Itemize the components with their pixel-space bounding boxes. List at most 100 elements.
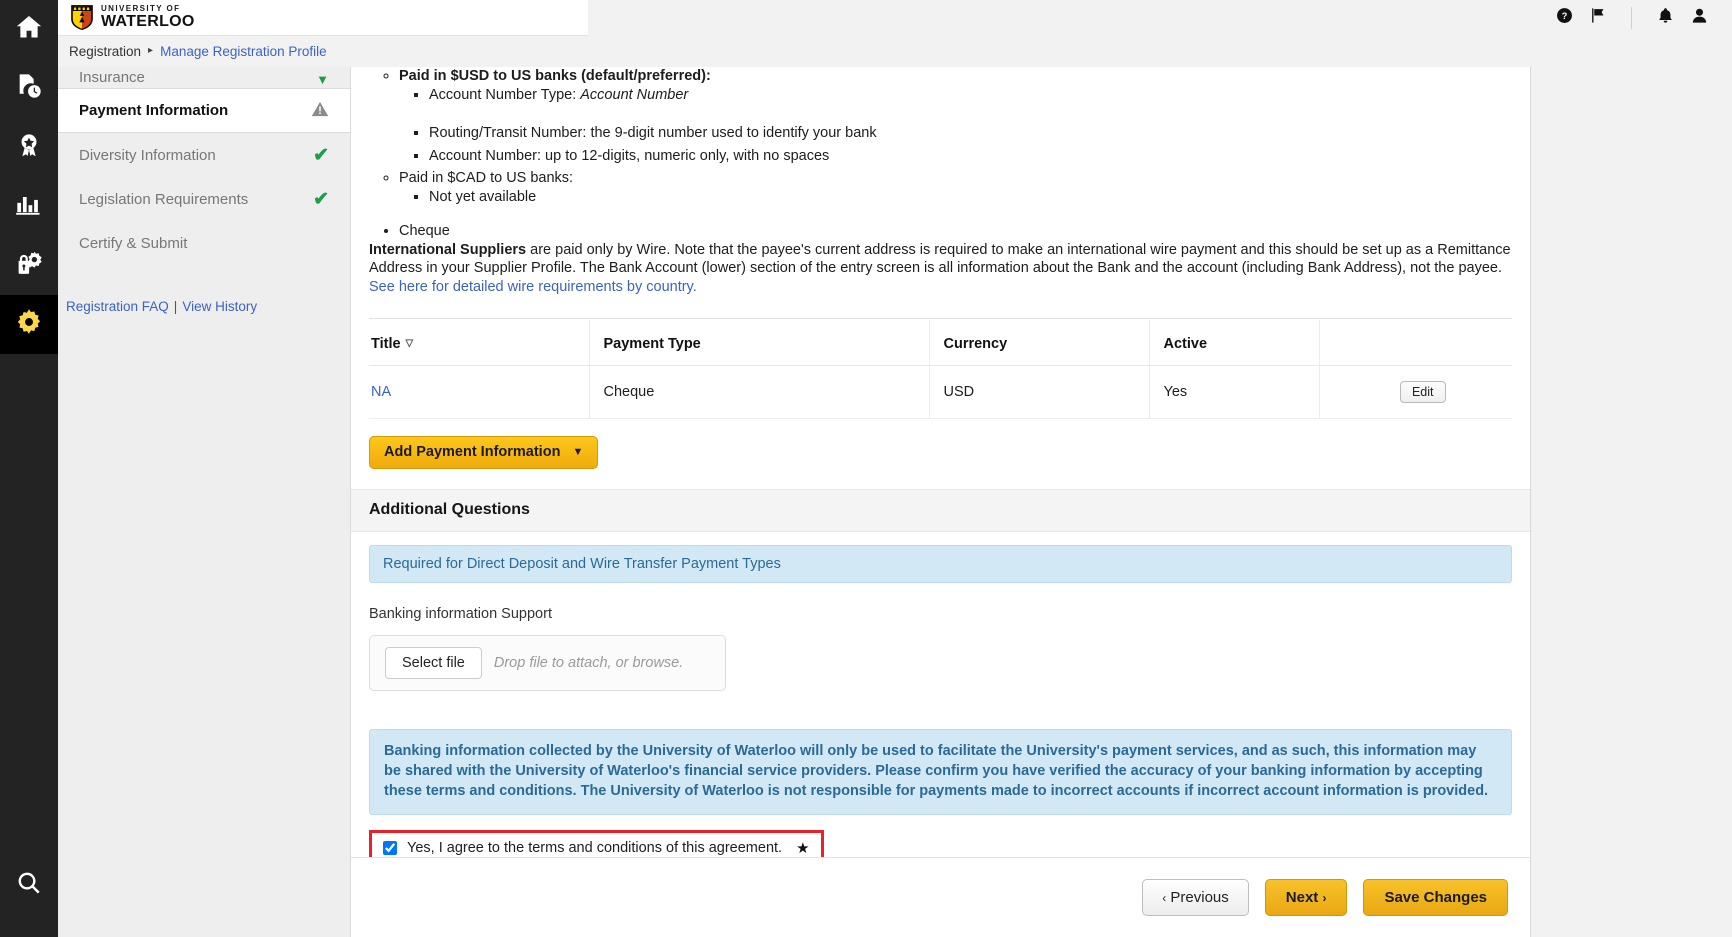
waterloo-logo[interactable]: UNIVERSITY OF WATERLOO [58,0,588,36]
rail-item-pending-documents[interactable] [0,59,58,118]
usd-detail-list: Account Number Type: Account Number Rout… [429,86,1512,166]
sidebar-item-payment-information[interactable]: Payment Information [58,89,350,133]
chevron-down-icon: ▼ [316,72,329,87]
help-button[interactable]: ? [1547,0,1581,36]
sidebar-item-label-diversity-information: Diversity Information [79,146,216,164]
usd-detail-item-2: Account Number: up to 12-digits, numeric… [429,147,1512,166]
check-icon: ✔ [313,188,329,210]
select-file-button[interactable]: Select file [385,647,482,679]
logo-line-1: UNIVERSITY OF [101,4,181,13]
cad-heading-item: Paid in $CAD to US banks: Not yet availa… [399,169,1512,206]
flag-button[interactable] [1581,0,1615,36]
drop-file-hint: Drop file to attach, or browse. [493,655,684,671]
usd-detail-item-1: Routing/Transit Number: the 9-digit numb… [429,124,1512,143]
user-icon [1691,7,1708,29]
usd-heading-item: Paid in $USD to US banks (default/prefer… [399,67,1512,165]
usd-detail-text-2: Account Number: up to 12-digits, numeric… [429,147,830,164]
sidebar-item-certify-and-submit[interactable]: Certify & Submit [58,221,350,265]
help-icon: ? [1556,7,1573,29]
column-header-active[interactable]: Active [1148,320,1319,366]
wire-requirements-link[interactable]: See here for detailed wire requirements … [369,279,697,295]
rail-item-home[interactable] [0,0,58,59]
wire-requirements-link-wrap: See here for detailed wire requirements … [369,278,1512,297]
cell-title: NA [369,365,589,419]
wizard-footer-bar: ‹ Previous Next › Save Changes [351,857,1531,937]
rail-item-search[interactable] [0,856,58,915]
next-button[interactable]: Next › [1264,879,1348,916]
agree-terms-label: Yes, I agree to the terms and conditions… [407,840,783,856]
cad-detail-text-0: Not yet available [429,188,537,205]
international-suppliers-lead: International Suppliers [369,241,527,258]
search-icon [16,870,42,901]
previous-button[interactable]: ‹ Previous [1142,879,1249,916]
cad-detail-list: Not yet available [429,188,1512,207]
usd-detail-text-1: Routing/Transit Number: the 9-digit numb… [429,125,877,141]
chevron-down-icon: ▼ [572,446,584,458]
additional-questions-heading: Additional Questions [351,489,1530,532]
notifications-button[interactable] [1648,0,1682,36]
agree-terms-checkbox[interactable] [383,841,397,855]
registration-steps-nav: Insurance ▼ Payment Information Diversit… [58,67,351,937]
add-payment-information-button[interactable]: Add Payment Information ▼ [369,436,599,469]
breadcrumb: Registration ▸ Manage Registration Profi… [58,36,1732,67]
file-dropzone[interactable]: Select file Drop file to attach, or brow… [369,635,726,691]
international-suppliers-paragraph: International Suppliers are paid only by… [369,241,1512,278]
rail-item-admin-security[interactable] [0,236,58,295]
usd-detail-emphasis-0: Account Number [580,86,689,103]
terms-and-conditions-band: Banking information collected by the Uni… [369,729,1512,815]
payment-title-link[interactable]: NA [371,384,391,400]
cad-heading: Paid in $CAD to US banks: [399,170,574,186]
add-payment-information-label: Add Payment Information [384,444,561,460]
cheque-item: Cheque [399,222,1512,241]
column-header-currency[interactable]: Currency [928,320,1149,366]
link-separator: | [173,299,178,314]
column-header-payment-type[interactable]: Payment Type [588,320,929,366]
rail-item-awards[interactable] [0,118,58,177]
view-history-link[interactable]: View History [182,299,257,314]
usd-heading: Paid in $USD to US banks (default/prefer… [399,68,711,84]
column-header-title[interactable]: Title ▽ [369,320,589,366]
table-header-row: Title ▽ Payment Type Currency Active [369,320,1512,366]
required-field-icon: ★ [796,840,810,857]
flag-icon [1590,7,1607,29]
breadcrumb-arrow-icon: ▸ [148,45,154,56]
waterloo-shield-icon [71,5,93,30]
nav-footer-links: Registration FAQ | View History [58,299,350,314]
rail-item-settings[interactable] [0,295,58,354]
sidebar-item-label-certify-and-submit: Certify & Submit [79,234,188,252]
list-spacer [399,210,1512,222]
save-changes-button[interactable]: Save Changes [1363,879,1508,916]
toolbar-divider [1631,7,1632,29]
table-body: NA Cheque USD Yes Edit [369,365,1512,419]
cell-active: Yes [1148,365,1319,419]
logo-line-2: WATERLOO [101,13,195,30]
gear-icon [15,308,43,341]
left-icon-rail [0,0,58,937]
profile-button[interactable] [1682,0,1716,36]
main-content-panel: Paid in $USD to US banks (default/prefer… [351,67,1531,857]
previous-button-label: Previous [1170,889,1229,906]
wire-sub-list: Paid in $USD to US banks (default/prefer… [399,67,1512,206]
table-row: NA Cheque USD Yes Edit [369,365,1512,419]
edit-button[interactable]: Edit [1399,381,1446,403]
chevron-right-icon: › [1322,891,1327,905]
payment-information-table: Title ▽ Payment Type Currency Active NA C… [369,320,1512,419]
registration-faq-link[interactable]: Registration FAQ [66,299,169,314]
agree-terms-row[interactable]: Yes, I agree to the terms and conditions… [369,830,824,857]
bell-icon [1657,7,1674,29]
breadcrumb-current[interactable]: Manage Registration Profile [160,44,327,59]
sidebar-item-diversity-information[interactable]: Diversity Information ✔ [58,133,350,177]
next-button-label: Next [1285,889,1319,906]
check-icon: ✔ [313,144,329,166]
banking-information-support-label: Banking information Support [369,606,552,622]
cheque-label: Cheque [399,223,450,239]
sidebar-item-insurance[interactable]: Insurance ▼ [58,67,350,89]
breadcrumb-root[interactable]: Registration [69,44,141,59]
usd-detail-text-0: Account Number Type: [429,86,581,103]
sort-descending-icon: ▽ [405,338,414,349]
table-head: Title ▽ Payment Type Currency Active [369,320,1512,366]
sidebar-item-label-legislation-requirements: Legislation Requirements [79,190,249,208]
rail-item-reports[interactable] [0,177,58,236]
svg-text:?: ? [1561,11,1567,21]
sidebar-item-legislation-requirements[interactable]: Legislation Requirements ✔ [58,177,350,221]
